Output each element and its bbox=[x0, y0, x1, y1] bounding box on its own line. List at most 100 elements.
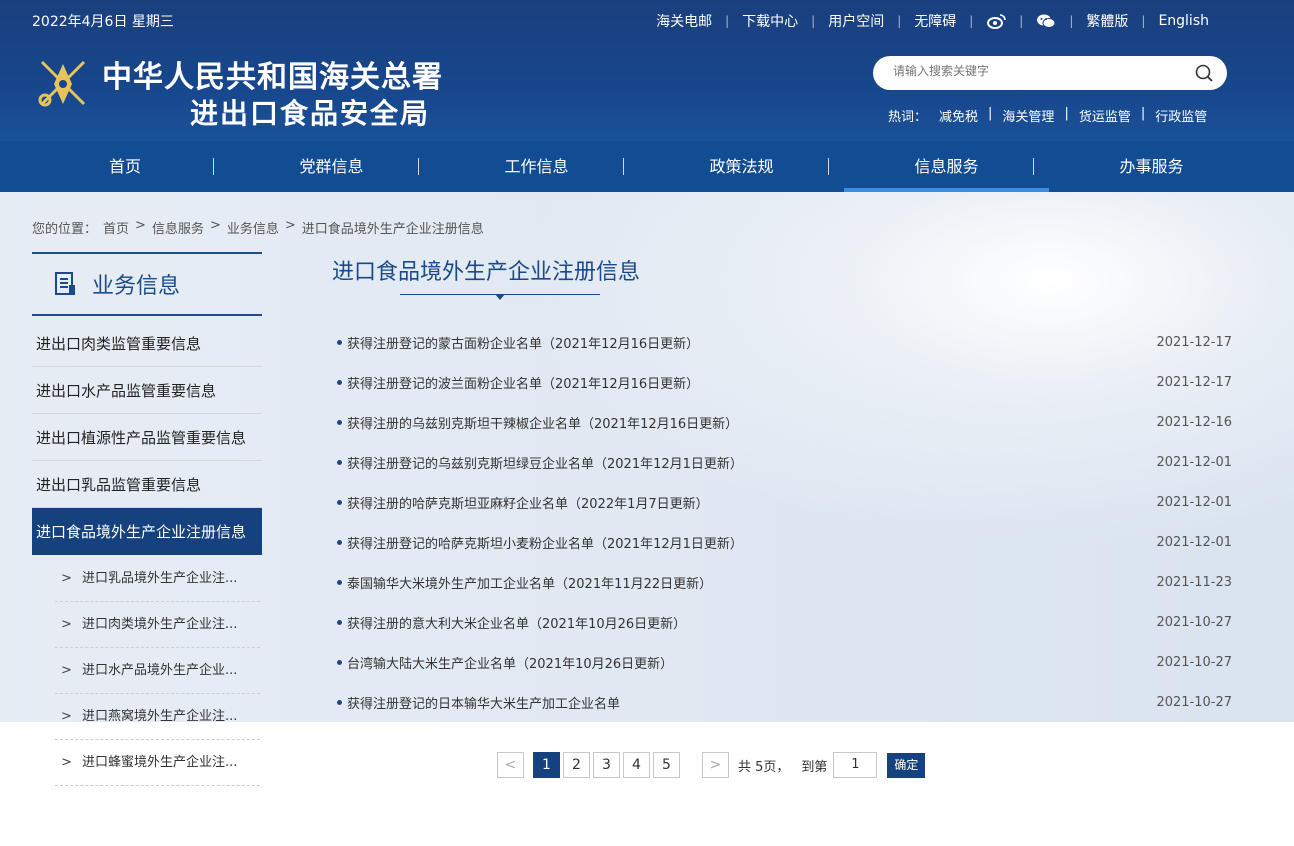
separator: | bbox=[1140, 106, 1146, 121]
hot-word[interactable]: 减免税 bbox=[939, 106, 978, 125]
list-item-title[interactable]: 获得注册的意大利大米企业名单（2021年10月26日更新） bbox=[347, 613, 686, 632]
hot-words-label: 热词： bbox=[888, 110, 928, 125]
site-title-line2: 进出口食品安全局 bbox=[190, 97, 431, 130]
list-item-title[interactable]: 获得注册登记的蒙古面粉企业名单（2021年12月16日更新） bbox=[347, 333, 699, 352]
list-item-title[interactable]: 获得注册登记的哈萨克斯坦小麦粉企业名单（2021年12月1日更新） bbox=[347, 533, 743, 552]
list-item-date: 2021-11-23 bbox=[1156, 574, 1232, 590]
list-item-title[interactable]: 泰国输华大米境外生产加工企业名单（2021年11月22日更新） bbox=[347, 573, 712, 592]
list-item[interactable]: 泰国输华大米境外生产加工企业名单（2021年11月22日更新） 2021-11-2… bbox=[337, 562, 1232, 602]
nav-work-info[interactable]: 工作信息 bbox=[434, 141, 639, 192]
wechat-icon[interactable] bbox=[1023, 13, 1069, 29]
top-link-email[interactable]: 海关电邮 bbox=[643, 11, 725, 31]
customs-emblem-logo[interactable] bbox=[32, 54, 94, 112]
separator: | bbox=[1019, 14, 1024, 28]
list-item[interactable]: 获得注册登记的日本输华大米生产加工企业名单 2021-10-27 bbox=[337, 682, 1232, 722]
bullet-icon bbox=[337, 379, 342, 385]
lang-traditional-link[interactable]: 繁體版 bbox=[1073, 11, 1141, 31]
chevron-right-icon: > bbox=[61, 571, 72, 586]
page-button[interactable]: 3 bbox=[593, 752, 620, 778]
next-page-button[interactable]: > bbox=[702, 752, 729, 778]
list-item-date: 2021-10-27 bbox=[1156, 654, 1232, 670]
bullet-icon bbox=[337, 579, 342, 585]
list-item[interactable]: 获得注册登记的波兰面粉企业名单（2021年12月16日更新） 2021-12-17 bbox=[337, 362, 1232, 402]
goto-confirm-button[interactable]: 确定 bbox=[887, 752, 926, 778]
hot-word[interactable]: 行政监管 bbox=[1155, 106, 1207, 125]
submenu-label: 进口肉类境外生产企业注... bbox=[82, 617, 238, 632]
page-button[interactable]: 2 bbox=[563, 752, 590, 778]
list-item[interactable]: 获得注册的意大利大米企业名单（2021年10月26日更新） 2021-10-27 bbox=[337, 602, 1232, 642]
submenu-label: 进口燕窝境外生产企业注... bbox=[82, 709, 238, 724]
page-button[interactable]: 4 bbox=[623, 752, 650, 778]
separator: | bbox=[969, 14, 974, 28]
breadcrumb-info-service[interactable]: 信息服务 bbox=[152, 218, 204, 237]
chevron-right-icon: > bbox=[61, 617, 72, 632]
separator: | bbox=[725, 14, 730, 28]
list-item[interactable]: 获得注册的哈萨克斯坦亚麻籽企业名单（2022年1月7日更新） 2021-12-01 bbox=[337, 482, 1232, 522]
page-button[interactable]: 5 bbox=[653, 752, 680, 778]
article-list: 获得注册登记的蒙古面粉企业名单（2021年12月16日更新） 2021-12-17… bbox=[337, 322, 1232, 722]
list-item-title[interactable]: 台湾输大陆大米生产企业名单（2021年10月26日更新） bbox=[347, 653, 673, 672]
submenu-item[interactable]: > 进口蜂蜜境外生产企业注... bbox=[55, 740, 260, 786]
page-title: 进口食品境外生产企业注册信息 bbox=[332, 260, 641, 285]
top-link-download[interactable]: 下载中心 bbox=[729, 11, 811, 31]
list-item-date: 2021-12-01 bbox=[1156, 534, 1232, 550]
lang-english-link[interactable]: English bbox=[1145, 13, 1222, 29]
page-button[interactable]: 1 bbox=[533, 752, 560, 778]
hot-word[interactable]: 海关管理 bbox=[1002, 106, 1054, 125]
list-item-date: 2021-12-01 bbox=[1156, 494, 1232, 510]
list-item[interactable]: 获得注册的乌兹别克斯坦干辣椒企业名单（2021年12月16日更新） 2021-12… bbox=[337, 402, 1232, 442]
breadcrumb-business-info[interactable]: 业务信息 bbox=[227, 218, 279, 237]
nav-info-service[interactable]: 信息服务 bbox=[844, 141, 1049, 192]
submenu-item[interactable]: > 进口肉类境外生产企业注... bbox=[55, 602, 260, 648]
nav-party-info[interactable]: 党群信息 bbox=[229, 141, 434, 192]
sidebar-item-plant[interactable]: 进出口植源性产品监管重要信息 bbox=[32, 414, 262, 461]
list-item-title[interactable]: 获得注册登记的乌兹别克斯坦绿豆企业名单（2021年12月1日更新） bbox=[347, 453, 743, 472]
sidebar-menu: 进出口肉类监管重要信息 进出口水产品监管重要信息 进出口植源性产品监管重要信息 … bbox=[32, 320, 262, 555]
list-item[interactable]: 获得注册登记的乌兹别克斯坦绿豆企业名单（2021年12月1日更新） 2021-12… bbox=[337, 442, 1232, 482]
list-item-date: 2021-10-27 bbox=[1156, 694, 1232, 710]
nav-home[interactable]: 首页 bbox=[21, 141, 229, 192]
hot-word[interactable]: 货运监管 bbox=[1079, 106, 1131, 125]
submenu-item[interactable]: > 进口乳品境外生产企业注... bbox=[55, 556, 260, 602]
list-item-title[interactable]: 获得注册登记的日本输华大米生产加工企业名单 bbox=[347, 693, 620, 712]
top-link-user-space[interactable]: 用户空间 bbox=[815, 11, 897, 31]
nav-policy[interactable]: 政策法规 bbox=[639, 141, 844, 192]
list-item[interactable]: 获得注册登记的蒙古面粉企业名单（2021年12月16日更新） 2021-12-17 bbox=[337, 322, 1232, 362]
sidebar-item-dairy[interactable]: 进出口乳品监管重要信息 bbox=[32, 461, 262, 508]
sidebar-header: 业务信息 bbox=[32, 252, 262, 316]
submenu-label: 进口水产品境外生产企业... bbox=[82, 663, 238, 678]
top-link-accessibility[interactable]: 无障碍 bbox=[901, 11, 969, 31]
breadcrumb-current[interactable]: 进口食品境外生产企业注册信息 bbox=[302, 218, 484, 237]
sidebar-item-aquatic[interactable]: 进出口水产品监管重要信息 bbox=[32, 367, 262, 414]
sidebar-title: 业务信息 bbox=[92, 274, 181, 299]
sidebar-item-registration[interactable]: 进口食品境外生产企业注册信息 bbox=[32, 508, 262, 555]
nav-office-service[interactable]: 办事服务 bbox=[1049, 141, 1254, 192]
prev-page-button[interactable]: < bbox=[497, 752, 524, 778]
list-item-title[interactable]: 获得注册的哈萨克斯坦亚麻籽企业名单（2022年1月7日更新） bbox=[347, 493, 709, 512]
bullet-icon bbox=[337, 539, 342, 545]
list-item[interactable]: 获得注册登记的哈萨克斯坦小麦粉企业名单（2021年12月1日更新） 2021-12… bbox=[337, 522, 1232, 562]
list-item-date: 2021-12-01 bbox=[1156, 454, 1232, 470]
list-item-title[interactable]: 获得注册的乌兹别克斯坦干辣椒企业名单（2021年12月16日更新） bbox=[347, 413, 738, 432]
sidebar-item-meat[interactable]: 进出口肉类监管重要信息 bbox=[32, 320, 262, 367]
bullet-icon bbox=[337, 499, 342, 505]
goto-page-input[interactable]: 1 bbox=[833, 752, 878, 778]
separator: | bbox=[1141, 14, 1146, 28]
search-input[interactable] bbox=[893, 64, 1183, 78]
submenu-item[interactable]: > 进口燕窝境外生产企业注... bbox=[55, 694, 260, 740]
weibo-icon[interactable] bbox=[973, 13, 1019, 29]
search-icon[interactable] bbox=[1195, 64, 1213, 82]
chevron-right-icon: > bbox=[61, 755, 72, 770]
main-nav: 首页 党群信息 工作信息 政策法规 信息服务 办事服务 bbox=[0, 141, 1294, 192]
list-item[interactable]: 台湾输大陆大米生产企业名单（2021年10月26日更新） 2021-10-27 bbox=[337, 642, 1232, 682]
list-item-date: 2021-10-27 bbox=[1156, 614, 1232, 630]
submenu-label: 进口乳品境外生产企业注... bbox=[82, 571, 238, 586]
bullet-icon bbox=[337, 339, 342, 345]
list-item-date: 2021-12-16 bbox=[1156, 414, 1232, 430]
list-item-title[interactable]: 获得注册登记的波兰面粉企业名单（2021年12月16日更新） bbox=[347, 373, 699, 392]
list-item-date: 2021-12-17 bbox=[1156, 334, 1232, 350]
breadcrumb-home[interactable]: 首页 bbox=[103, 218, 129, 237]
top-links: 海关电邮 | 下载中心 | 用户空间 | 无障碍 | | | 繁體版 | English bbox=[643, 11, 1222, 31]
hot-words: 热词： 减免税 | 海关管理 | 货运监管 | 行政监管 bbox=[888, 106, 1207, 125]
submenu-item[interactable]: > 进口水产品境外生产企业... bbox=[55, 648, 260, 694]
